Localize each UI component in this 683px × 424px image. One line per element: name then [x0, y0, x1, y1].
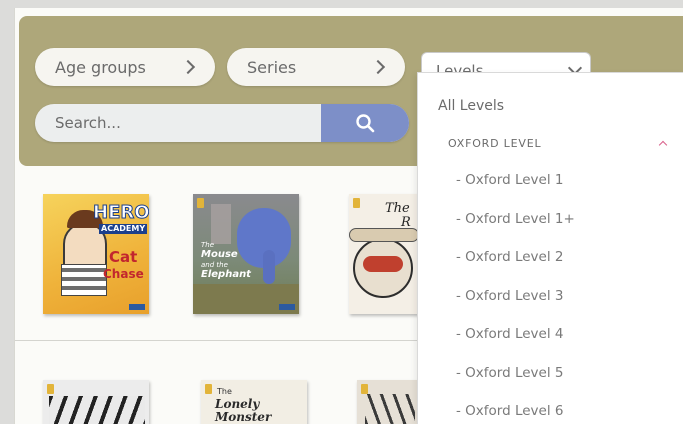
book-title-line: HERO	[93, 202, 149, 223]
book-title-line: ACADEMY	[99, 224, 148, 235]
book-title-line: The	[217, 387, 232, 396]
dropdown-option-oxford-level-3[interactable]: - Oxford Level 3	[418, 277, 683, 316]
book-cover-hero-academy[interactable]: HERO ACADEMY Cat Chase	[43, 194, 149, 314]
level-badge-icon	[205, 384, 212, 394]
dropdown-option-all-levels[interactable]: All Levels	[418, 87, 683, 125]
age-groups-filter[interactable]: Age groups	[35, 48, 215, 86]
book-title-line: Chase	[103, 267, 144, 281]
caret-up-icon	[658, 140, 668, 150]
series-label: Series	[247, 57, 297, 77]
search-input[interactable]	[35, 104, 321, 142]
age-groups-label: Age groups	[55, 57, 146, 77]
book-cover[interactable]	[43, 380, 149, 424]
series-filter[interactable]: Series	[227, 48, 405, 86]
level-badge-icon	[47, 384, 54, 394]
level-badge-icon	[353, 198, 360, 208]
book-title-line: The	[385, 201, 410, 216]
dropdown-option-oxford-level-1[interactable]: - Oxford Level 1	[418, 161, 683, 200]
group-label: OXFORD LEVEL	[448, 136, 542, 150]
chevron-right-icon	[370, 59, 386, 75]
book-title-line: Mouse	[201, 249, 238, 260]
dropdown-option-oxford-level-5[interactable]: - Oxford Level 5	[418, 354, 683, 393]
level-badge-icon	[197, 198, 204, 208]
book-title-line: R	[401, 215, 411, 230]
dropdown-option-oxford-level-6[interactable]: - Oxford Level 6	[418, 392, 683, 424]
level-badge-icon	[361, 384, 368, 394]
dropdown-option-oxford-level-1-plus[interactable]: - Oxford Level 1+	[418, 200, 683, 239]
book-cover[interactable]	[357, 380, 417, 424]
book-cover-the-r[interactable]: The R	[349, 194, 419, 314]
chevron-right-icon	[180, 59, 196, 75]
magnifier-icon	[356, 114, 375, 133]
book-cover-lonely-monster[interactable]: The Lonely Monster	[201, 380, 307, 424]
dropdown-option-oxford-level-2[interactable]: - Oxford Level 2	[418, 238, 683, 277]
library-page: Age groups Series Levels HERO ACA	[14, 8, 683, 424]
book-title-line: Cat	[109, 248, 138, 266]
search-box	[35, 104, 409, 142]
dropdown-option-oxford-level-4[interactable]: - Oxford Level 4	[418, 315, 683, 354]
search-button[interactable]	[321, 104, 409, 142]
dropdown-group-oxford-level[interactable]: OXFORD LEVEL	[418, 125, 683, 161]
book-title-line: Lonely Monster	[215, 397, 272, 424]
book-title-line: Elephant	[201, 269, 251, 280]
book-cover-mouse-elephant[interactable]: The Mouse and the Elephant	[193, 194, 299, 314]
levels-dropdown: All Levels OXFORD LEVEL - Oxford Level 1…	[417, 72, 683, 424]
